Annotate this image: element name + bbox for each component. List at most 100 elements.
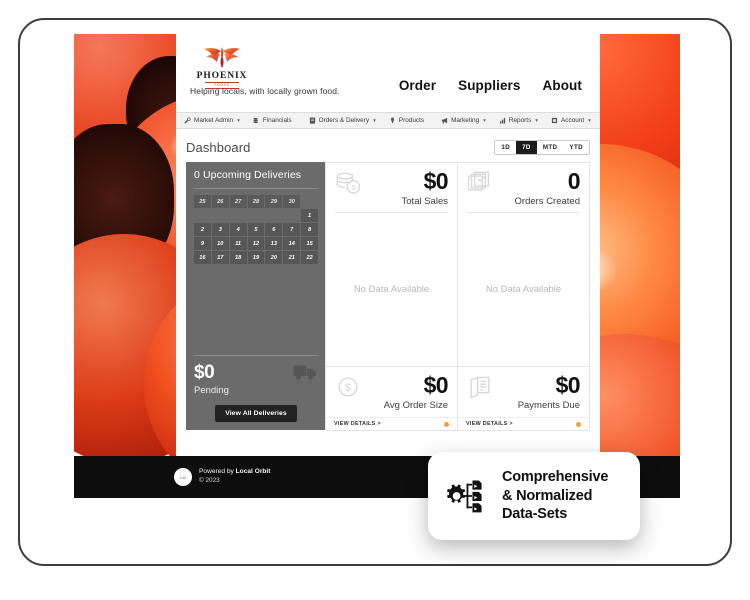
calendar-day[interactable]: 9 — [194, 237, 211, 250]
admin-item-label: Financials — [262, 117, 292, 124]
admin-item-products[interactable]: Products — [389, 117, 428, 124]
calendar-day[interactable]: 11 — [229, 237, 247, 250]
calendar-day[interactable]: 12 — [247, 237, 265, 250]
chevron-down-icon: ▾ — [535, 117, 539, 124]
brand-logo[interactable]: PHOENIX FOODS — [190, 44, 254, 89]
screenshot-stage: PHOENIX FOODS Helping locals, with local… — [0, 0, 750, 600]
card-values: $0 Avg Order Size — [383, 374, 449, 411]
calendar-day-empty — [212, 209, 229, 222]
calendar-day[interactable]: 29 — [265, 195, 283, 208]
calendar-day[interactable]: 13 — [265, 237, 283, 250]
bar-chart-icon — [499, 117, 506, 124]
invoice-icon — [470, 376, 490, 399]
feature-callout-card: Comprehensive & Normalized Data-Sets — [428, 452, 640, 540]
nav-link-suppliers[interactable]: Suppliers — [458, 78, 520, 93]
range-option-ytd[interactable]: YTD — [563, 140, 589, 154]
calendar-day[interactable]: 8 — [301, 223, 318, 236]
admin-item-market-admin[interactable]: Market Admin ▾ — [184, 117, 240, 124]
callout-line-2: & Normalized — [502, 487, 593, 504]
calendar-day[interactable]: 3 — [211, 223, 229, 236]
tomato-background-photo: PHOENIX FOODS Helping locals, with local… — [74, 34, 680, 456]
range-option-7d[interactable]: 7D — [516, 140, 537, 154]
calendar-day[interactable]: 4 — [229, 223, 247, 236]
local-orbit-logo-icon: LO — [174, 468, 192, 486]
gear-data-sets-icon — [446, 480, 482, 513]
metric-card-total-sales[interactable]: $ $0 Total Sales No Data Available — [325, 162, 458, 368]
dollar-circle-icon: $ — [338, 377, 358, 397]
card-footer: VIEW DETAILS > — [326, 417, 457, 430]
admin-item-label: Reports — [508, 117, 532, 124]
card-values: 0 Orders Created — [515, 168, 581, 207]
admin-item-label: Products — [398, 117, 425, 124]
calendar-day[interactable]: 28 — [247, 195, 265, 208]
calendar-day[interactable]: 22 — [301, 251, 318, 264]
nav-link-order[interactable]: Order — [399, 78, 436, 93]
main-nav: Order Suppliers About — [399, 78, 582, 93]
calendar-day[interactable]: 30 — [283, 195, 301, 208]
metric-value: 0 — [567, 168, 581, 194]
view-details-link[interactable]: VIEW DETAILS > — [334, 421, 381, 427]
view-details-link[interactable]: VIEW DETAILS > — [466, 421, 513, 427]
admin-item-financials[interactable]: Financials — [253, 117, 296, 124]
calendar-day[interactable]: 26 — [211, 195, 229, 208]
calendar-day[interactable]: 25 — [194, 195, 211, 208]
calendar-day[interactable]: 10 — [211, 237, 229, 250]
calendar-day[interactable]: 2 — [194, 223, 211, 236]
clipboard-icon — [309, 117, 315, 124]
calendar-day[interactable]: 7 — [283, 223, 301, 236]
calendar-day[interactable]: 16 — [194, 251, 211, 264]
nav-link-about[interactable]: About — [543, 78, 582, 93]
metric-label: Payments Due — [517, 400, 580, 411]
powered-by-brand: Local Orbit — [235, 468, 271, 476]
pending-label: Pending — [194, 385, 229, 396]
dashboard-header: Dashboard 1D 7D MTD YTD — [186, 137, 590, 157]
metric-label: Avg Order Size — [383, 400, 448, 411]
metric-card-payments-due[interactable]: $0 Payments Due VIEW DETAILS > — [457, 366, 590, 431]
admin-nav-bar: Market Admin ▾ Financials Orders & Deliv… — [176, 112, 600, 129]
empty-state-text: No Data Available — [353, 284, 430, 295]
calendar-day[interactable]: 15 — [301, 237, 318, 250]
calendar-day[interactable]: 6 — [265, 223, 283, 236]
calendar-day-empty — [194, 209, 211, 222]
calendar-day[interactable]: 1 — [301, 209, 318, 222]
view-all-deliveries-button[interactable]: View All Deliveries — [215, 405, 297, 422]
site-header: PHOENIX FOODS Helping locals, with local… — [176, 34, 600, 112]
calendar-day[interactable]: 21 — [283, 251, 301, 264]
megaphone-icon — [441, 117, 448, 124]
metric-card-orders-created[interactable]: 0 Orders Created No Data Available — [457, 162, 590, 368]
calendar-day-empty — [230, 209, 247, 222]
callout-line-1: Comprehensive — [502, 469, 609, 486]
calendar-day[interactable]: 19 — [247, 251, 265, 264]
range-option-1d[interactable]: 1D — [495, 140, 517, 154]
card-values: $0 Total Sales — [402, 170, 449, 207]
site-tagline: Helping locals, with locally grown food. — [190, 86, 340, 96]
svg-text:$: $ — [345, 382, 352, 394]
divider — [194, 188, 318, 189]
admin-item-orders-delivery[interactable]: Orders & Delivery ▾ — [309, 117, 376, 124]
calendar-day[interactable]: 20 — [265, 251, 283, 264]
admin-item-label: Orders & Delivery — [318, 117, 370, 124]
page-title: Dashboard — [186, 139, 251, 155]
chevron-down-icon: ▾ — [483, 117, 486, 124]
money-icon — [253, 117, 258, 124]
orders-check-icon — [467, 171, 490, 191]
wrench-icon — [184, 117, 191, 124]
calendar-day[interactable]: 18 — [229, 251, 247, 264]
metric-card-avg-order-size[interactable]: $ $0 Avg Order Size VIEW DETAILS > — [325, 366, 458, 431]
chevron-down-icon: ▾ — [588, 117, 591, 124]
calendar-day[interactable]: 27 — [229, 195, 247, 208]
admin-item-label: Account — [561, 117, 585, 124]
admin-item-marketing[interactable]: Marketing ▾ — [441, 117, 486, 124]
chevron-down-icon: ▾ — [373, 117, 376, 124]
brand-name: PHOENIX — [196, 71, 248, 81]
metric-value: $0 — [555, 372, 581, 399]
phoenix-bird-icon — [199, 44, 245, 70]
range-option-mtd[interactable]: MTD — [536, 140, 564, 154]
admin-item-account[interactable]: Account ▾ — [551, 117, 591, 124]
calendar-day[interactable]: 17 — [211, 251, 229, 264]
truck-icon — [293, 365, 317, 380]
calendar-day[interactable]: 5 — [247, 223, 265, 236]
powered-by-prefix: Powered by — [199, 468, 236, 476]
admin-item-reports[interactable]: Reports ▾ — [499, 117, 538, 124]
calendar-day[interactable]: 14 — [283, 237, 301, 250]
